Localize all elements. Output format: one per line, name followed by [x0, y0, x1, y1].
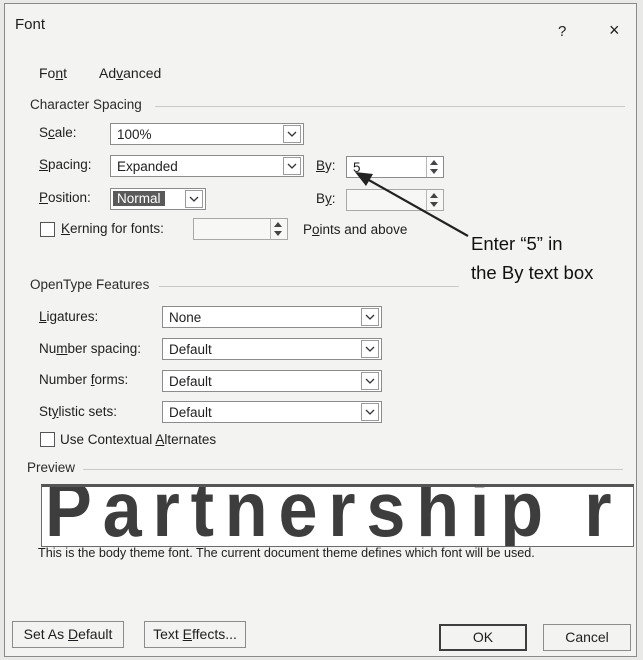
contextual-alternates-label: Use Contextual Alternates [60, 432, 217, 447]
chevron-down-icon[interactable] [361, 403, 379, 421]
stylistic-sets-select[interactable]: Default [162, 401, 382, 423]
ok-button[interactable]: OK [439, 624, 527, 651]
number-spacing-label: Number spacing: [39, 341, 142, 356]
opentype-heading: OpenType Features [30, 277, 150, 292]
annotation-line-1: Enter “5” in [471, 233, 563, 254]
contextual-alternates-checkbox[interactable] [40, 432, 55, 447]
annotation-arrow-icon [355, 172, 469, 237]
ligatures-select[interactable]: None [162, 306, 382, 328]
chevron-down-icon[interactable] [361, 372, 379, 390]
number-forms-select[interactable]: Default [162, 370, 382, 392]
chevron-down-icon[interactable] [361, 340, 379, 358]
number-spacing-select[interactable]: Default [162, 338, 382, 360]
preview-caption: This is the body theme font. The current… [38, 546, 535, 560]
ligatures-label: Ligatures: [39, 309, 99, 324]
stylistic-sets-label: Stylistic sets: [39, 404, 118, 419]
font-dialog: Font ? × Font Advanced Character Spacing… [4, 3, 637, 657]
chevron-down-icon[interactable] [361, 308, 379, 326]
section-divider [159, 286, 459, 287]
preview-sample-text: Partnership r [45, 484, 623, 547]
cancel-button[interactable]: Cancel [543, 624, 631, 651]
section-divider [83, 469, 623, 470]
number-forms-label: Number forms: [39, 372, 129, 387]
preview-heading: Preview [27, 460, 76, 475]
annotation-line-2: the By text box [471, 262, 594, 283]
preview-pane: Partnership r [41, 484, 634, 547]
set-as-default-button[interactable]: Set As Default [12, 621, 124, 648]
text-effects-button[interactable]: Text Effects... [144, 621, 246, 648]
